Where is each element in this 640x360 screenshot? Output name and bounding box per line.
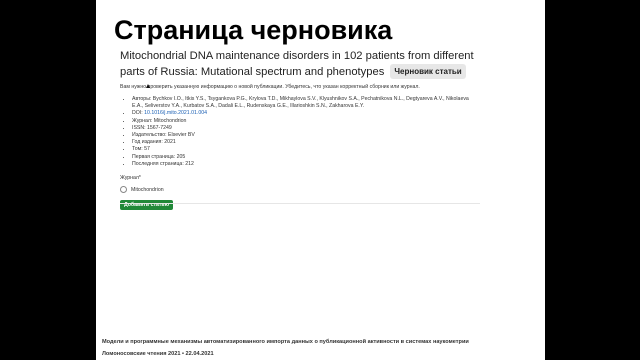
presentation-slide: Страница черновика Mitochondrial DNA mai… [96,0,545,360]
meta-issn: ISSN: 1567-7249 [132,125,480,132]
meta-authors: Авторы: Bychkov I.O., Itkis Y.S., Tsygan… [132,96,480,110]
doi-link[interactable]: 10.1016/j.mito.2021.01.004 [144,110,207,116]
draft-page: Mitochondrial DNA maintenance disorders … [120,50,480,211]
meta-volume: Том: 57 [132,146,480,153]
meta-last-page: Последняя страница: 212 [132,161,480,168]
meta-doi-label: DOI: [132,110,145,117]
draft-badge: Черновик статьи [390,63,466,79]
meta-doi: DOI: 10.1016/j.mito.2021.01.004 [132,110,480,117]
journal-radio[interactable] [120,186,127,194]
journal-option-label: Mitochondrion [131,186,164,193]
meta-first-page: Первая страница: 205 [132,154,480,161]
meta-year: Год издания: 2021 [132,139,480,146]
mouse-cursor-icon [146,84,150,88]
meta-publisher: Издательство: Elsevier BV [132,132,480,139]
footer-event: Ломоносовские чтения 2021 • 22.04.2021 [102,351,214,357]
slide-title: Страница черновика [114,15,393,45]
content-divider [120,203,480,204]
publication-title: Mitochondrial DNA maintenance disorders … [120,50,480,79]
add-article-button[interactable]: Добавить статью [120,200,174,211]
slide-footer: Модели и программные механизмы автоматиз… [102,339,542,357]
footer-title: Модели и программные механизмы автоматиз… [102,339,469,345]
journal-option-row[interactable]: Mitochondrion [120,186,480,194]
publication-metadata-list: Авторы: Bychkov I.O., Itkis Y.S., Tsygan… [120,96,480,168]
journal-field-label: Журнал* [120,175,141,182]
meta-journal: Журнал: Mitochondrion [132,118,480,125]
verification-notice: Вам нужно проверить указанную информацию… [120,84,420,90]
